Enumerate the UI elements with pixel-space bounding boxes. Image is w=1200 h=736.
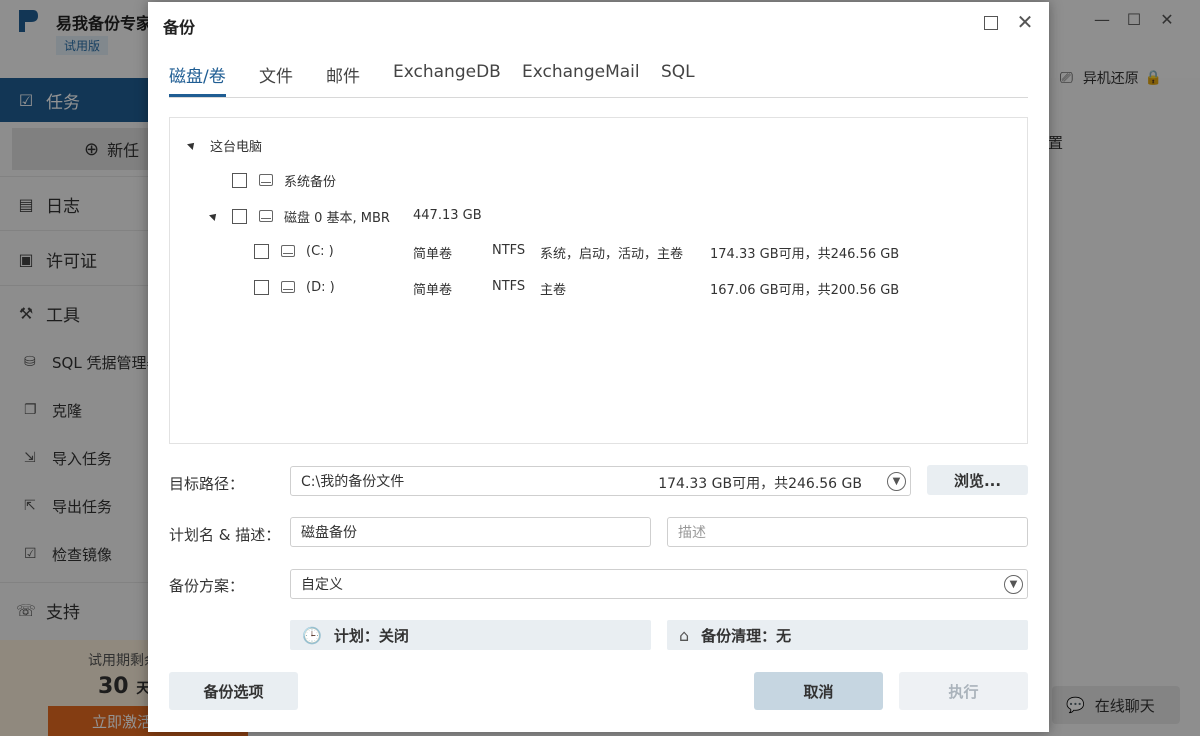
tree-item-partition-d[interactable]: (D: ) bbox=[254, 276, 335, 298]
dialog-title: 备份 bbox=[163, 18, 196, 37]
checkbox[interactable] bbox=[232, 208, 247, 224]
expand-arrow-icon[interactable] bbox=[209, 211, 219, 221]
backup-options-button[interactable]: 备份选项 bbox=[169, 672, 298, 710]
partition-space: 167.06 GB可用，共200.56 GB bbox=[710, 283, 900, 298]
description-input[interactable]: 描述 bbox=[667, 517, 1028, 547]
tab-file[interactable]: 文件 bbox=[259, 62, 293, 97]
browse-button[interactable]: 浏览... bbox=[927, 465, 1028, 495]
partition-type: 简单卷 bbox=[413, 247, 453, 262]
target-path-select[interactable]: C:\我的备份文件 174.33 GB可用，共246.56 GB ▼ bbox=[290, 466, 911, 496]
backup-scheme-select[interactable]: 自定义 ▼ bbox=[290, 569, 1028, 599]
target-path-label: 目标路径： bbox=[169, 475, 245, 493]
source-tabs: 磁盘/卷 文件 邮件 ExchangeDB ExchangeMail SQL bbox=[169, 62, 1028, 98]
disk-icon bbox=[259, 210, 273, 222]
tab-sql[interactable]: SQL bbox=[661, 62, 695, 97]
close-icon[interactable]: ✕ bbox=[1015, 10, 1035, 34]
tab-disk-volume[interactable]: 磁盘/卷 bbox=[169, 62, 226, 97]
tree-item-system-backup[interactable]: 系统备份 bbox=[232, 169, 336, 191]
drive-icon bbox=[259, 174, 273, 186]
plan-name-input[interactable]: 磁盘备份 bbox=[290, 517, 651, 547]
tree-item-disk[interactable]: 磁盘 0 基本, MBR bbox=[209, 205, 390, 227]
target-free-space: 174.33 GB可用，共246.56 GB bbox=[658, 476, 862, 492]
partition-flags: 系统，启动，活动，主卷 bbox=[540, 247, 684, 262]
tree-root[interactable]: 这台电脑 bbox=[187, 134, 262, 156]
checkbox[interactable] bbox=[254, 243, 269, 259]
clock-icon: 🕒 bbox=[302, 625, 322, 645]
partition-space: 174.33 GB可用，共246.56 GB bbox=[710, 247, 900, 262]
cleanup-bar[interactable]: ⌂ 备份清理：无 bbox=[667, 620, 1028, 650]
partition-icon bbox=[281, 281, 295, 293]
expand-arrow-icon[interactable] bbox=[187, 140, 197, 150]
backup-dialog: 备份 ✕ 磁盘/卷 文件 邮件 ExchangeDB ExchangeMail … bbox=[148, 2, 1049, 732]
tab-exchangedb[interactable]: ExchangeDB bbox=[393, 62, 501, 97]
checkbox[interactable] bbox=[232, 172, 247, 188]
partition-flags: 主卷 bbox=[540, 283, 567, 298]
cancel-button[interactable]: 取消 bbox=[754, 672, 883, 710]
partition-type: 简单卷 bbox=[413, 283, 453, 298]
tab-exchangemail[interactable]: ExchangeMail bbox=[522, 62, 640, 97]
maximize-icon[interactable] bbox=[984, 16, 998, 30]
execute-button[interactable]: 执行 bbox=[899, 672, 1028, 710]
partition-fs: NTFS bbox=[492, 243, 526, 258]
backup-scheme-label: 备份方案： bbox=[169, 577, 245, 595]
partition-fs: NTFS bbox=[492, 279, 526, 294]
checkbox[interactable] bbox=[254, 279, 269, 295]
disk-size: 447.13 GB bbox=[413, 208, 482, 223]
partition-icon bbox=[281, 245, 295, 257]
tree-item-partition-c[interactable]: (C: ) bbox=[254, 240, 334, 262]
chevron-down-icon[interactable]: ▼ bbox=[887, 472, 906, 491]
tab-mail[interactable]: 邮件 bbox=[326, 62, 360, 97]
disk-tree: 这台电脑 系统备份 磁盘 0 基本, MBR 447.13 GB (C: ) 简… bbox=[169, 117, 1028, 444]
cleanup-icon: ⌂ bbox=[679, 625, 690, 645]
plan-name-label: 计划名 & 描述： bbox=[169, 526, 281, 544]
chevron-down-icon[interactable]: ▼ bbox=[1004, 575, 1023, 594]
schedule-bar[interactable]: 🕒 计划：关闭 bbox=[290, 620, 651, 650]
